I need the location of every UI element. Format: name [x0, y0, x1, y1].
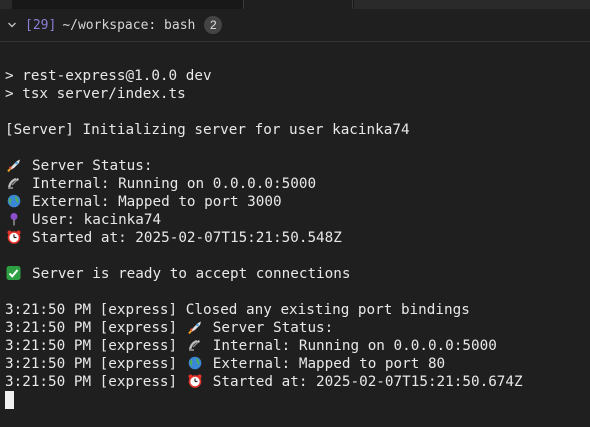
- log-message: Closed any existing port bindings: [185, 302, 470, 318]
- started-at: Started at: 2025-02-07T15:21:50.548Z: [32, 230, 342, 246]
- check-mark-icon: [5, 266, 25, 280]
- rocket-icon: [5, 158, 25, 173]
- log-prefix: 3:21:50 PM [express]: [5, 302, 186, 318]
- log-message: Server Status:: [212, 320, 334, 336]
- command-line: > tsx server/index.ts: [5, 86, 186, 102]
- terminal-header: [29] ~/workspace: bash 2: [0, 9, 590, 42]
- satellite-icon: [186, 338, 206, 352]
- external-status: External: Mapped to port 3000: [32, 194, 282, 210]
- user-info: User: kacinka74: [32, 212, 162, 228]
- log-line: 3:21:50 PM [express] External: Mapped to…: [5, 355, 587, 373]
- log-prefix: 3:21:50 PM [express]: [5, 356, 186, 372]
- init-line: [Server] Initializing server for user ka…: [5, 122, 410, 138]
- satellite-icon: [5, 176, 25, 190]
- log-line: 3:21:50 PM [express] Started at: 2025-02…: [5, 373, 587, 391]
- internal-line: Internal: Running on 0.0.0.0:5000: [5, 175, 587, 193]
- log-line: 3:21:50 PM [express] Server Status:: [5, 319, 587, 337]
- user-line: User: kacinka74: [5, 211, 587, 229]
- log-message: Started at: 2025-02-07T15:21:50.674Z: [212, 374, 523, 390]
- ready-message: Server is ready to accept connections: [32, 266, 351, 282]
- log-line: 3:21:50 PM [express] Internal: Running o…: [5, 337, 587, 355]
- tab-right[interactable]: [354, 0, 590, 9]
- status-title-line: Server Status:: [5, 157, 587, 175]
- alarm-clock-icon: [186, 374, 206, 388]
- prompt-line[interactable]: [5, 391, 587, 409]
- session-title[interactable]: ~/workspace: bash: [62, 18, 195, 33]
- command-line: > rest-express@1.0.0 dev: [5, 68, 212, 84]
- ready-line: Server is ready to accept connections: [5, 265, 587, 283]
- internal-status: Internal: Running on 0.0.0.0:5000: [32, 176, 317, 192]
- alarm-clock-icon: [5, 230, 25, 244]
- globe-icon: [5, 194, 25, 208]
- terminal-cursor: [5, 391, 14, 409]
- log-prefix: 3:21:50 PM [express]: [5, 320, 186, 336]
- globe-icon: [186, 356, 206, 370]
- log-prefix: 3:21:50 PM [express]: [5, 374, 186, 390]
- log-line: 3:21:50 PM [express] Closed any existing…: [5, 301, 587, 319]
- log-message: Internal: Running on 0.0.0.0:5000: [212, 338, 497, 354]
- external-line: External: Mapped to port 3000: [5, 193, 587, 211]
- session-id: [29]: [25, 17, 57, 33]
- pin-icon: [5, 212, 25, 226]
- terminal-output[interactable]: > rest-express@1.0.0 dev > tsx server/in…: [5, 67, 587, 409]
- session-count-badge: 2: [204, 16, 223, 34]
- chevron-down-icon[interactable]: [5, 18, 19, 32]
- tab-active[interactable]: [243, 0, 353, 9]
- rocket-icon: [186, 320, 206, 335]
- status-title: Server Status:: [32, 158, 153, 174]
- tab-strip: [0, 0, 590, 9]
- tab-left[interactable]: [0, 0, 12, 9]
- log-message: External: Mapped to port 80: [212, 356, 446, 372]
- log-prefix: 3:21:50 PM [express]: [5, 338, 186, 354]
- started-line: Started at: 2025-02-07T15:21:50.548Z: [5, 229, 587, 247]
